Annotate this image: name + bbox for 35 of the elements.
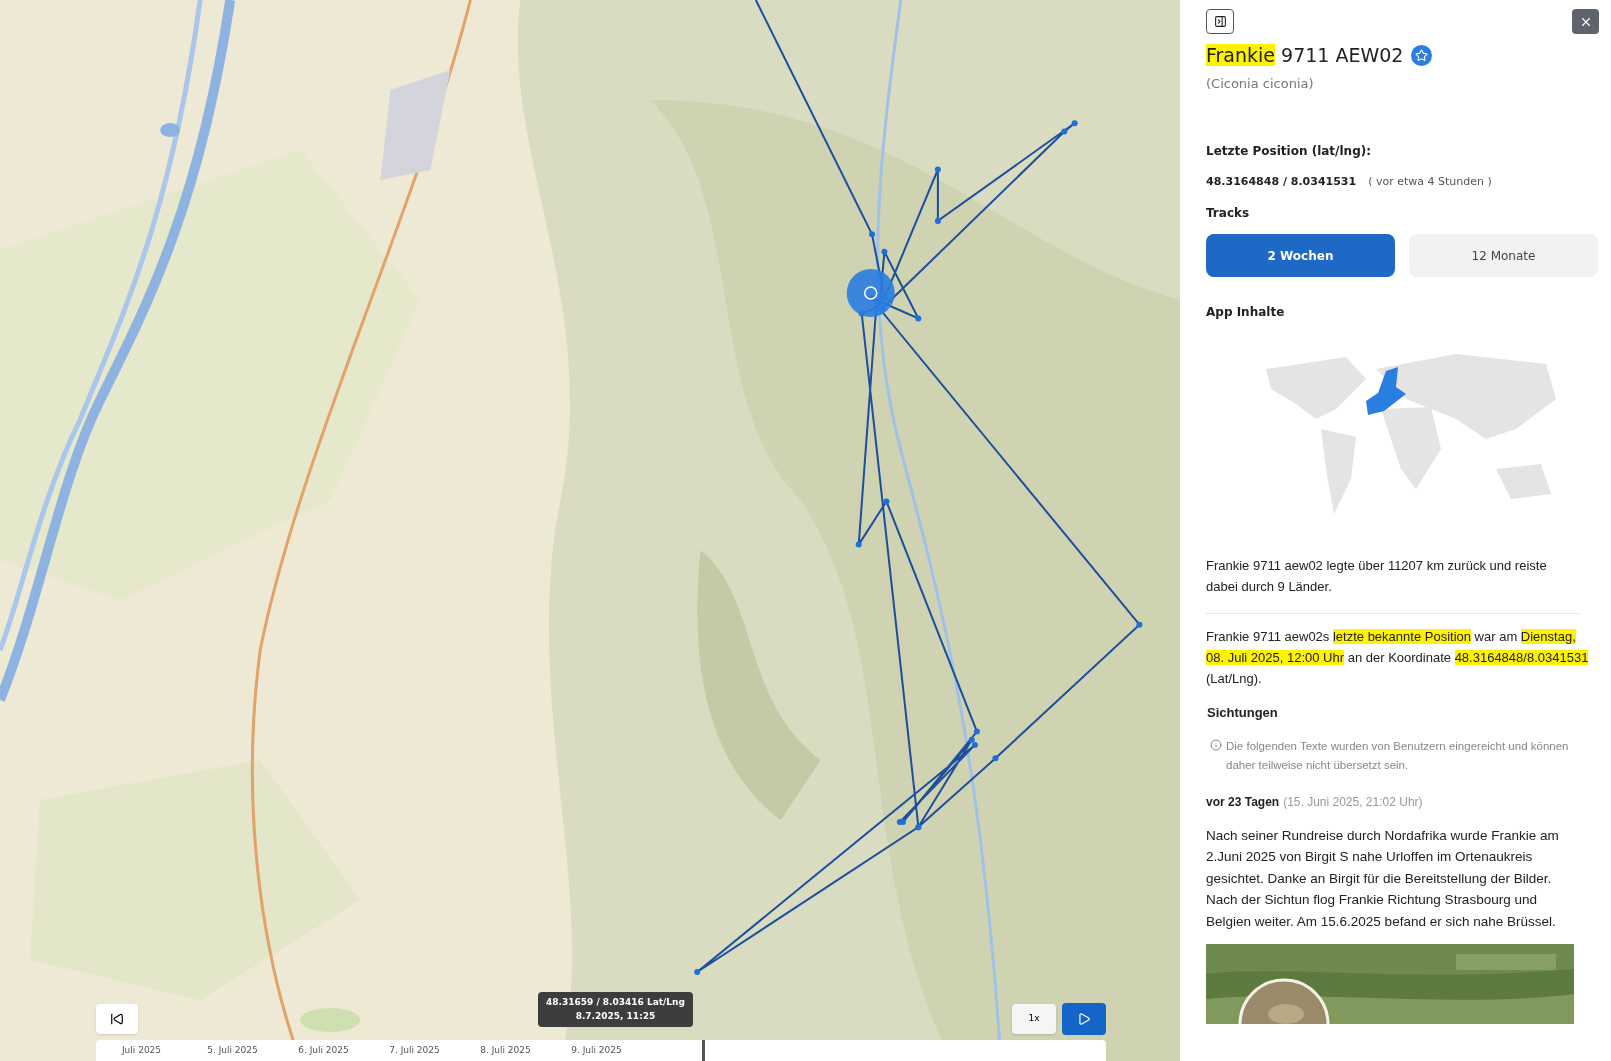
last-position-text: Frankie 9711 aew02s letzte bekannte Position war am Dienstag, 08. Juli 2025, 12:00 Uhr an der Koordinate 48.3164848/8.0341531 (Lat/Lng). — [1206, 628, 1590, 688]
timeline-date: 7. Juli 2025 — [388, 1044, 441, 1057]
sightings-heading: Sichtungen — [1207, 704, 1279, 722]
location-marker-icon[interactable] — [846, 269, 895, 317]
timeline-date: 6. Juli 2025 — [297, 1044, 350, 1057]
skip-back-button[interactable] — [96, 1004, 138, 1034]
tooltip-time: 8.7.2025, 11:25 — [575, 1009, 656, 1023]
play-icon — [1077, 1012, 1091, 1026]
position-age: ( vor etwa 4 Stunden ) — [1368, 173, 1492, 190]
position-label: Letzte Position (lat/lng): — [1206, 142, 1372, 160]
play-button[interactable] — [1062, 1003, 1106, 1035]
sighting-text: Nach seiner Rundreise durch Nordafrika wurde Frankie am 2.Juni 2025 von Birgit S nahe Urloffen im Ortenaukreis gesichtet. Danke an Birgit für die Bereitstellung der Bilder. Nach der Sichtun flog Frankie Richtung Strasbourg und Belgien weiter. Am 15.6.2025 befand er sich nahe Brüssel. — [1206, 826, 1560, 931]
speed-button[interactable]: 1x — [1012, 1004, 1056, 1034]
sighting-age: vor 23 Tagen — [1206, 793, 1280, 811]
track-tab[interactable]: 2 Wochen — [1206, 234, 1395, 277]
timeline-date: 8. Juli 2025 — [479, 1044, 532, 1057]
close-button[interactable] — [1572, 9, 1599, 34]
timeline-date: Juli 2025 — [120, 1044, 163, 1057]
timeline-bar[interactable]: Juli 2025 5. Juli 2025 6. Juli 2025 7. Juli 2025 8. Juli 2025 9. Juli 2025 — [96, 1040, 1106, 1061]
info-icon — [1210, 738, 1222, 751]
travel-summary: Frankie 9711 aew02 legte über 11207 km zurück und reiste dabei durch 9 Länder. — [1206, 557, 1548, 596]
animal-title: Frankie 9711 AEW02 — [1206, 43, 1404, 68]
notice-text: Die folgenden Texte wurden von Benutzern eingereicht und können daher teilweise nicht übersetzt sein. — [1226, 738, 1570, 773]
skip-back-icon — [110, 1012, 124, 1026]
timeline-date: 5. Juli 2025 — [206, 1044, 259, 1057]
track-tab[interactable]: 12 Monate — [1409, 234, 1598, 277]
tooltip-coordinates: 48.31659 / 8.03416 Lat/Lng — [546, 996, 685, 1009]
timeline-date: 9. Juli 2025 — [570, 1044, 623, 1057]
position-value: 48.3164848 / 8.0341531 — [1206, 173, 1357, 190]
panel-icon — [1213, 15, 1227, 28]
species-name: (Ciconia ciconia) — [1206, 75, 1315, 93]
tracks-label: Tracks — [1206, 205, 1251, 222]
app-content-label: App Inhalte — [1206, 304, 1286, 321]
sighting-date: (15. Juni 2025, 21:02 Uhr) — [1283, 793, 1423, 811]
collapse-panel-button[interactable] — [1206, 9, 1234, 34]
